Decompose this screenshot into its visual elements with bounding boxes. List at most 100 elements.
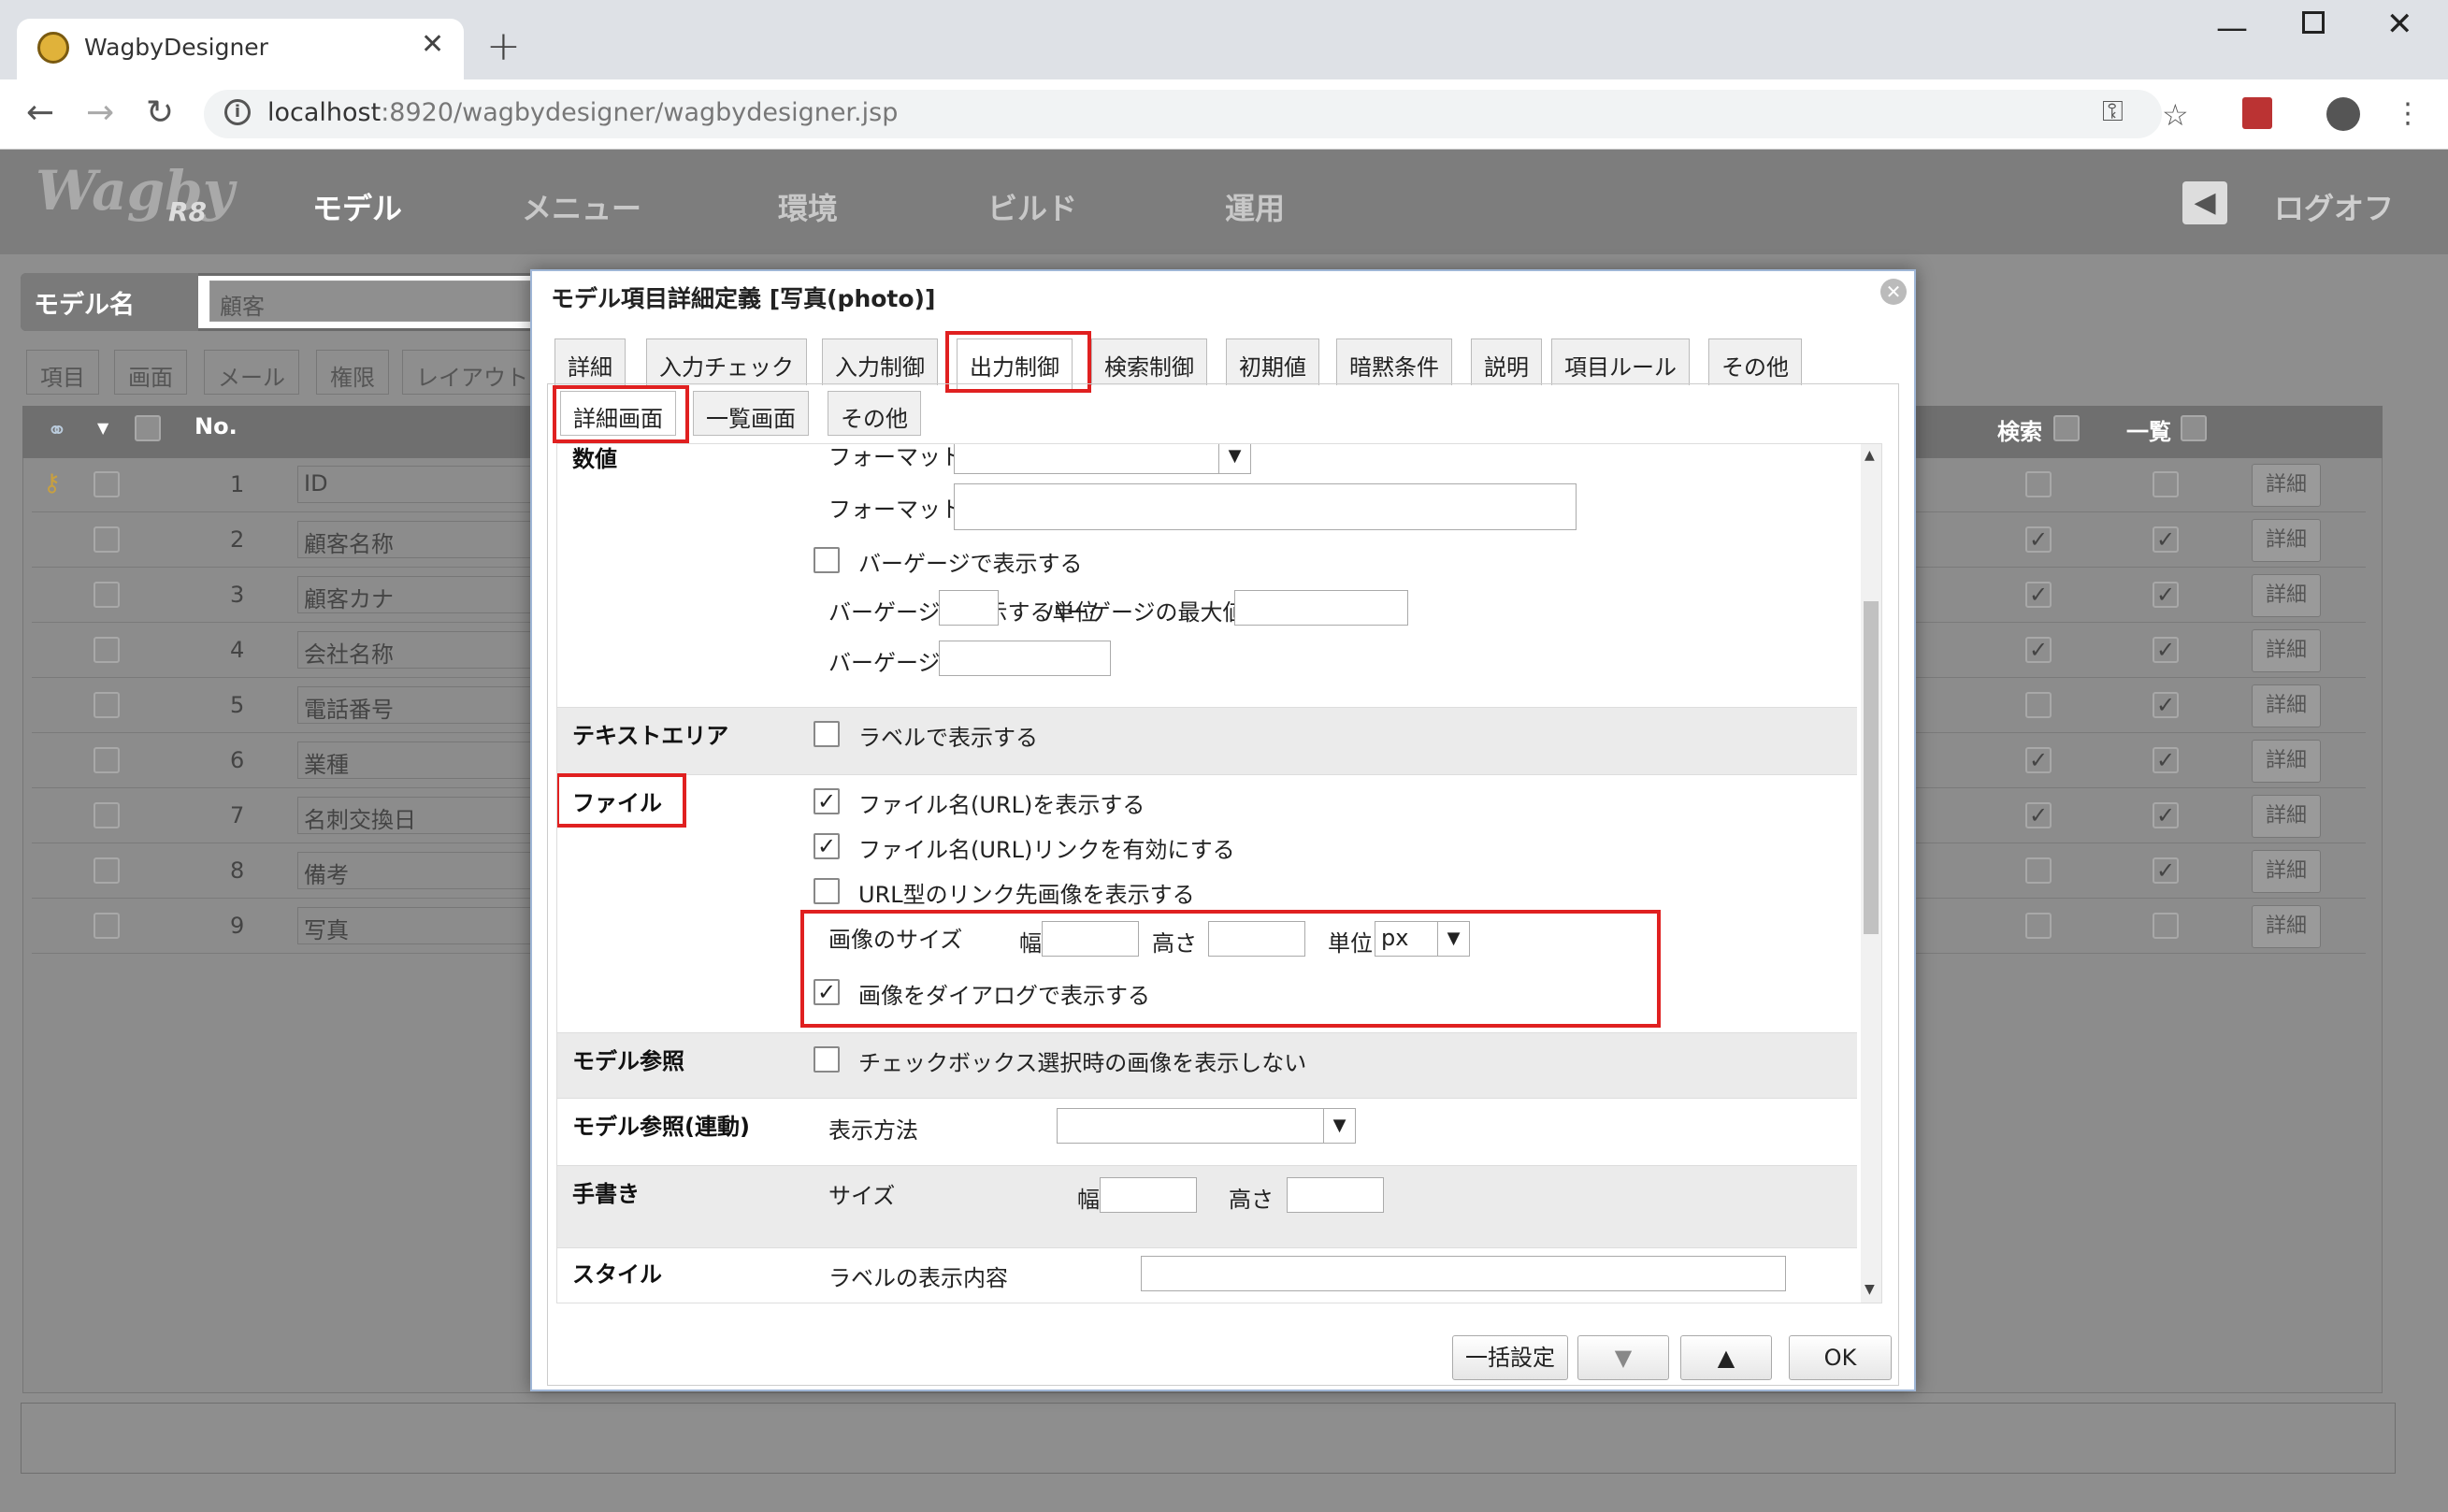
row-search-checkbox[interactable]: ✓ <box>2025 802 2052 828</box>
row-item-name[interactable]: 顧客カナ <box>297 576 531 613</box>
pdf-extension-icon[interactable] <box>2242 97 2272 129</box>
row-list-checkbox[interactable]: ✓ <box>2153 637 2179 663</box>
image-width-input[interactable] <box>1042 921 1139 957</box>
nav-operation[interactable]: 運用 <box>1225 185 1285 228</box>
dropdown-arrow-icon[interactable]: ▼ <box>97 419 108 437</box>
row-search-checkbox[interactable] <box>2025 692 2052 718</box>
bg-tab-mail[interactable]: メール <box>204 350 299 395</box>
row-item-name[interactable]: 顧客名称 <box>297 521 531 558</box>
row-list-checkbox[interactable]: ✓ <box>2153 582 2179 608</box>
show-filename-checkbox[interactable]: ✓ <box>814 788 840 814</box>
row-list-checkbox[interactable] <box>2153 913 2179 939</box>
subtab-other[interactable]: その他 <box>828 391 921 436</box>
row-item-name[interactable]: 業種 <box>297 742 531 779</box>
display-method-arrow-icon[interactable]: ▼ <box>1323 1109 1355 1143</box>
textarea-label-checkbox[interactable] <box>814 721 840 747</box>
row-item-name[interactable]: 写真 <box>297 907 531 944</box>
ok-button[interactable]: OK <box>1789 1335 1892 1380</box>
row-list-checkbox[interactable]: ✓ <box>2153 526 2179 553</box>
row-list-checkbox[interactable]: ✓ <box>2153 747 2179 773</box>
new-tab-icon[interactable]: + <box>486 22 521 70</box>
url-field[interactable]: i localhost:8920/wagbydesigner/wagbydesi… <box>204 90 2162 138</box>
star-icon[interactable]: ☆ <box>2162 97 2189 133</box>
row-detail-button[interactable]: 詳細 <box>2252 795 2321 838</box>
nav-build[interactable]: ビルド <box>987 185 1077 228</box>
nav-menu[interactable]: メニュー <box>522 185 641 228</box>
row-item-name[interactable]: 電話番号 <box>297 686 531 724</box>
close-tab-icon[interactable]: ✕ <box>421 28 444 61</box>
row-list-checkbox[interactable] <box>2153 471 2179 497</box>
minimize-icon[interactable]: — <box>2216 9 2248 47</box>
row-search-checkbox[interactable] <box>2025 471 2052 497</box>
tab-detail[interactable]: 詳細 <box>554 338 626 385</box>
row-search-checkbox[interactable]: ✓ <box>2025 582 2052 608</box>
row-search-checkbox[interactable] <box>2025 913 2052 939</box>
row-select-checkbox[interactable] <box>94 471 120 497</box>
format-select[interactable]: ▼ <box>954 444 1251 474</box>
menu-icon[interactable]: ⋮ <box>2394 97 2422 130</box>
info-icon[interactable]: i <box>224 99 251 125</box>
row-item-name[interactable]: 会社名称 <box>297 631 531 669</box>
speaker-icon[interactable]: ◀ <box>2182 181 2227 224</box>
bargauge-color-input[interactable] <box>939 641 1111 676</box>
row-search-checkbox[interactable] <box>2025 857 2052 884</box>
tab-description[interactable]: 説明 <box>1471 338 1542 385</box>
select-all-checkbox[interactable] <box>135 415 161 441</box>
bg-tab-permission[interactable]: 権限 <box>316 350 389 395</box>
display-method-select[interactable]: ▼ <box>1057 1108 1356 1144</box>
link-icon[interactable]: ⚭ <box>47 417 67 445</box>
vertical-scrollbar[interactable]: ▲ ▼ <box>1861 444 1881 1303</box>
maximize-icon[interactable] <box>2302 11 2325 34</box>
subtab-list-screen[interactable]: 一覧画面 <box>693 391 809 436</box>
scroll-up-icon[interactable]: ▲ <box>1865 448 1875 463</box>
row-detail-button[interactable]: 詳細 <box>2252 574 2321 617</box>
format-user-input[interactable] <box>954 483 1577 530</box>
row-item-name[interactable]: ID <box>297 466 531 503</box>
tab-other[interactable]: その他 <box>1708 338 1802 385</box>
handwriting-width-input[interactable] <box>1100 1177 1197 1213</box>
row-detail-button[interactable]: 詳細 <box>2252 519 2321 562</box>
forward-icon[interactable]: → <box>86 94 114 132</box>
prev-up-button[interactable]: ▲ <box>1680 1335 1772 1380</box>
bulk-setting-button[interactable]: 一括設定 <box>1452 1335 1568 1380</box>
row-item-name[interactable]: 名刺交換日 <box>297 797 531 834</box>
row-select-checkbox[interactable] <box>94 802 120 828</box>
row-detail-button[interactable]: 詳細 <box>2252 740 2321 783</box>
url-image-checkbox[interactable] <box>814 878 840 904</box>
no-image-checkbox[interactable] <box>814 1046 840 1073</box>
row-search-checkbox[interactable]: ✓ <box>2025 526 2052 553</box>
row-detail-button[interactable]: 詳細 <box>2252 905 2321 948</box>
label-content-input[interactable] <box>1141 1256 1786 1291</box>
next-down-button[interactable]: ▼ <box>1577 1335 1669 1380</box>
handwriting-height-input[interactable] <box>1287 1177 1384 1213</box>
row-select-checkbox[interactable] <box>94 526 120 553</box>
row-select-checkbox[interactable] <box>94 857 120 884</box>
tab-implicit-condition[interactable]: 暗黙条件 <box>1336 338 1452 385</box>
nav-environment[interactable]: 環境 <box>778 185 838 228</box>
window-close-icon[interactable]: ✕ <box>2386 6 2413 43</box>
row-list-checkbox[interactable]: ✓ <box>2153 802 2179 828</box>
link-filename-checkbox[interactable]: ✓ <box>814 833 840 859</box>
row-search-checkbox[interactable]: ✓ <box>2025 747 2052 773</box>
row-detail-button[interactable]: 詳細 <box>2252 629 2321 672</box>
row-select-checkbox[interactable] <box>94 747 120 773</box>
dialog-image-checkbox[interactable]: ✓ <box>814 979 840 1005</box>
format-select-arrow-icon[interactable]: ▼ <box>1218 444 1250 473</box>
row-list-checkbox[interactable]: ✓ <box>2153 692 2179 718</box>
image-unit-select[interactable]: px ▼ <box>1375 921 1470 957</box>
bg-tab-items[interactable]: 項目 <box>26 350 99 395</box>
image-height-input[interactable] <box>1208 921 1305 957</box>
browser-tab[interactable]: WagbyDesigner ✕ <box>17 19 464 79</box>
search-all-checkbox[interactable] <box>2053 415 2080 441</box>
reload-icon[interactable]: ↻ <box>146 94 174 132</box>
scrollbar-thumb[interactable] <box>1864 601 1879 934</box>
bargauge-max-input[interactable] <box>1234 590 1408 626</box>
bargauge-checkbox[interactable] <box>814 547 840 573</box>
back-icon[interactable]: ← <box>26 94 54 132</box>
dialog-close-icon[interactable]: ✕ <box>1880 279 1907 305</box>
row-select-checkbox[interactable] <box>94 692 120 718</box>
row-select-checkbox[interactable] <box>94 637 120 663</box>
logoff-button[interactable]: ログオフ <box>2274 185 2394 228</box>
row-item-name[interactable]: 備考 <box>297 852 531 889</box>
row-list-checkbox[interactable]: ✓ <box>2153 857 2179 884</box>
